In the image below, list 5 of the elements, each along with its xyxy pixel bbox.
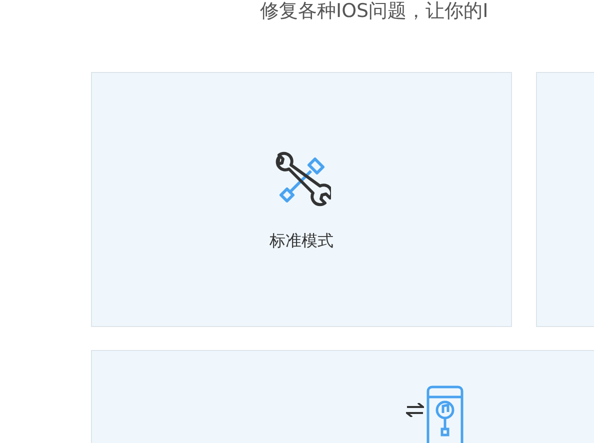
mode-card[interactable]: 标准模式	[91, 72, 512, 327]
swap-arrows-icon	[406, 403, 424, 417]
phone-music-icon	[426, 385, 464, 443]
subtitle: 修复各种IOS问题，让你的I	[260, 0, 488, 22]
mode-label: 标准模式	[270, 231, 334, 252]
